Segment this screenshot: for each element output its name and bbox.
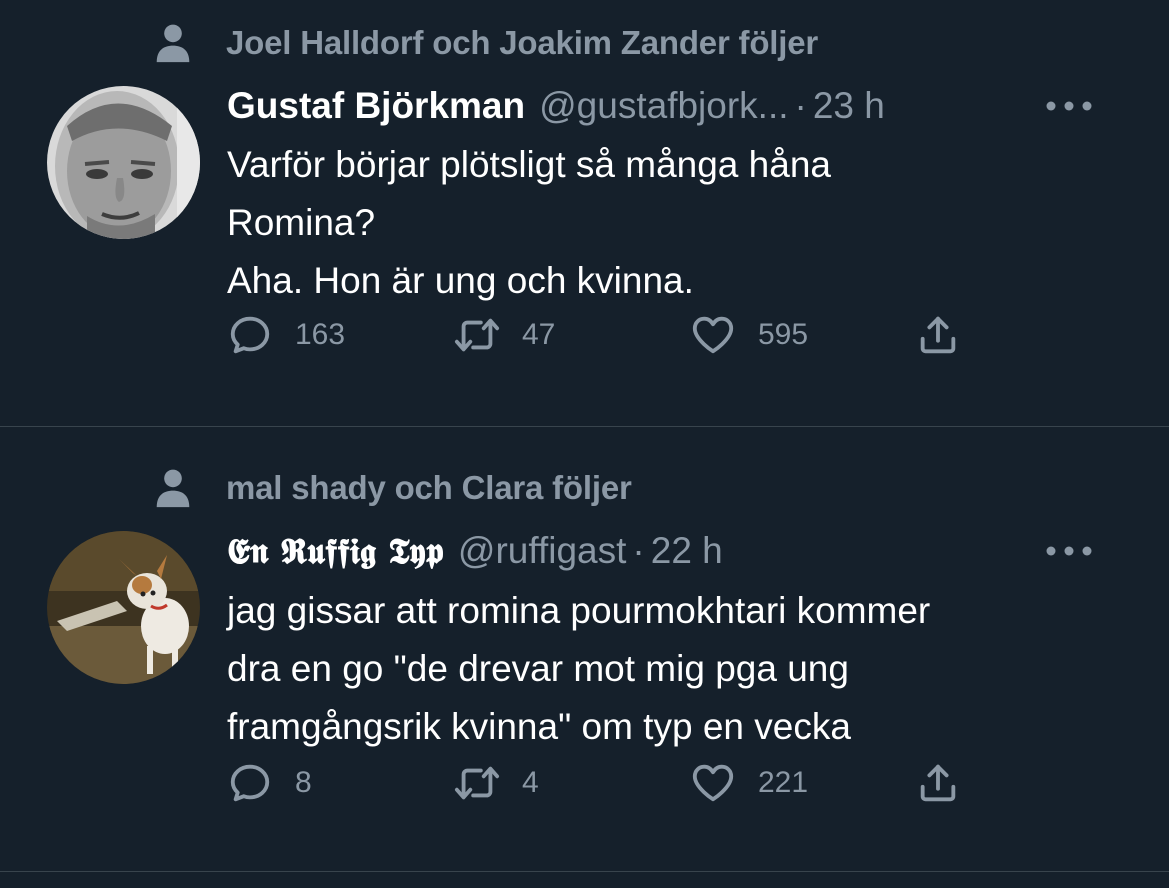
retweet-count: 4 xyxy=(522,766,539,799)
reply-icon xyxy=(230,316,270,354)
avatar-photo xyxy=(47,86,200,239)
reply-count: 163 xyxy=(295,318,346,351)
tweet-text-line: jag gissar att romina pourmokhtari komme… xyxy=(227,590,931,631)
timeline: Joel Halldorf och Joakim Zander följer G… xyxy=(0,0,1169,888)
tweet-text-line: Aha. Hon är ung och kvinna. xyxy=(227,260,694,301)
display-name[interactable]: Gustaf Björkman xyxy=(227,84,525,128)
person-icon xyxy=(156,469,190,508)
share-icon xyxy=(920,764,956,802)
retweet-icon xyxy=(454,318,500,352)
reply-button[interactable]: 8 xyxy=(227,760,312,806)
handle[interactable]: @ruffigast xyxy=(458,529,627,573)
retweet-icon xyxy=(454,766,500,800)
like-count: 221 xyxy=(758,766,809,799)
person-icon xyxy=(156,24,190,63)
social-context: mal shady och Clara följer xyxy=(150,465,632,511)
separator: · xyxy=(632,530,645,571)
social-context-text: mal shady och Clara följer xyxy=(226,469,632,506)
retweet-count: 47 xyxy=(522,318,556,351)
share-button[interactable] xyxy=(915,312,961,358)
tweet[interactable]: mal shady och Clara följer 𝕰𝖓 𝕽𝖚𝖋𝖋𝖎𝖌 𝕿𝖞𝖕… xyxy=(0,427,1169,872)
tweet-header: 𝕰𝖓 𝕽𝖚𝖋𝖋𝖎𝖌 𝕿𝖞𝖕 @ruffigast · 22 h xyxy=(227,529,1129,574)
tweet-body: 𝕰𝖓 𝕽𝖚𝖋𝖋𝖎𝖌 𝕿𝖞𝖕 @ruffigast · 22 h jag giss… xyxy=(227,529,1129,756)
tweet-text: jag gissar att romina pourmokhtari komme… xyxy=(227,582,1129,756)
share-icon xyxy=(920,316,956,354)
tweet-body: Gustaf Björkman @gustafbjork... · 23 h V… xyxy=(227,84,1129,310)
share-button[interactable] xyxy=(915,760,961,806)
avatar[interactable] xyxy=(47,531,200,684)
more-icon[interactable] xyxy=(1039,531,1099,571)
avatar-photo xyxy=(47,531,200,684)
retweet-button[interactable]: 4 xyxy=(454,760,539,806)
tweet-text-line: framgångsrik kvinna" om typ en vecka xyxy=(227,706,851,747)
more-icon[interactable] xyxy=(1039,86,1099,126)
heart-icon xyxy=(692,316,734,354)
reply-icon xyxy=(230,764,270,802)
social-context-text: Joel Halldorf och Joakim Zander följer xyxy=(226,24,819,61)
separator: · xyxy=(794,85,807,126)
handle[interactable]: @gustafbjork... xyxy=(539,84,788,128)
avatar[interactable] xyxy=(47,86,200,239)
retweet-button[interactable]: 47 xyxy=(454,312,555,358)
like-button[interactable]: 595 xyxy=(690,312,808,358)
tweet-text: Varför börjar plötsligt så många håna Ro… xyxy=(227,136,1129,310)
heart-icon xyxy=(692,764,734,802)
display-name[interactable]: 𝕰𝖓 𝕽𝖚𝖋𝖋𝖎𝖌 𝕿𝖞𝖕 xyxy=(227,530,444,574)
timestamp[interactable]: 23 h xyxy=(813,84,885,128)
tweet-header: Gustaf Björkman @gustafbjork... · 23 h xyxy=(227,84,1129,128)
like-button[interactable]: 221 xyxy=(690,760,808,806)
tweet-text-line: dra en go "de drevar mot mig pga ung xyxy=(227,648,849,689)
timestamp[interactable]: 22 h xyxy=(651,529,723,573)
tweet[interactable]: Joel Halldorf och Joakim Zander följer G… xyxy=(0,0,1169,427)
social-context: Joel Halldorf och Joakim Zander följer xyxy=(150,20,818,66)
reply-count: 8 xyxy=(295,766,312,799)
reply-button[interactable]: 163 xyxy=(227,312,345,358)
like-count: 595 xyxy=(758,318,809,351)
tweet-text-line: Varför börjar plötsligt så många håna xyxy=(227,144,831,185)
tweet-text-line: Romina? xyxy=(227,202,376,243)
